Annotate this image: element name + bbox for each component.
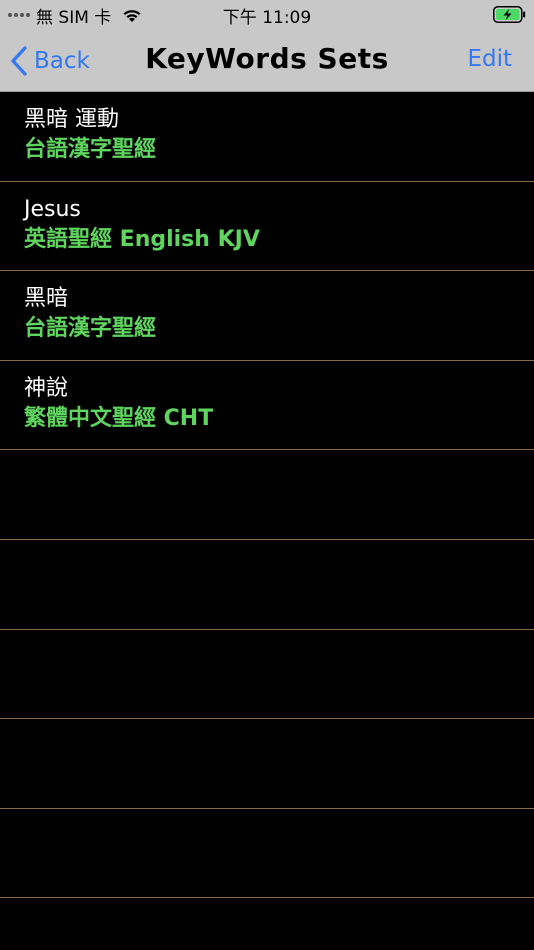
list-item-title: Jesus	[24, 196, 81, 222]
list-item[interactable]: Jesus 英語聖經 English KJV	[0, 182, 534, 272]
list-item-subtitle: 台語漢字聖經	[24, 137, 157, 162]
edit-button[interactable]: Edit	[467, 46, 512, 72]
list-item-title	[24, 554, 534, 582]
list-item-subtitle: 英語聖經 English KJV	[24, 226, 260, 252]
list-item-title: 神說	[24, 375, 69, 401]
keyword-sets-list: 黑暗 運動 台語漢字聖經 Jesus 英語聖經 English KJV 黑暗 台…	[0, 92, 534, 899]
list-item[interactable]: 黑暗 台語漢字聖經	[0, 271, 534, 361]
list-item-title	[24, 464, 534, 492]
list-item-title	[24, 733, 534, 761]
empty-list-item	[0, 719, 534, 809]
list-item-title	[24, 823, 534, 851]
empty-list-item	[0, 540, 534, 630]
status-bar: 無 SIM 卡 下午 11:09	[0, 0, 534, 30]
empty-list-item	[0, 450, 534, 540]
list-item-title: 黑暗	[24, 286, 69, 312]
empty-list-item	[0, 809, 534, 899]
list-item-subtitle: 台語漢字聖經	[24, 316, 157, 342]
header: 無 SIM 卡 下午 11:09 Back KeyWords Sets Edit	[0, 0, 534, 92]
list-item-title	[24, 644, 534, 672]
empty-list-item	[0, 630, 534, 720]
status-time: 下午 11:09	[222, 8, 312, 28]
navigation-bar: Back KeyWords Sets Edit	[0, 36, 534, 88]
list-item[interactable]: 黑暗 運動 台語漢字聖經	[0, 92, 534, 182]
battery-charging-icon	[493, 6, 526, 23]
list-item-title: 黑暗 運動	[24, 107, 119, 132]
list-item-subtitle: 繁體中文聖經 CHT	[24, 405, 214, 431]
page-title: KeyWords Sets	[145, 42, 389, 75]
list-item[interactable]: 神說 繁體中文聖經 CHT	[0, 361, 534, 451]
